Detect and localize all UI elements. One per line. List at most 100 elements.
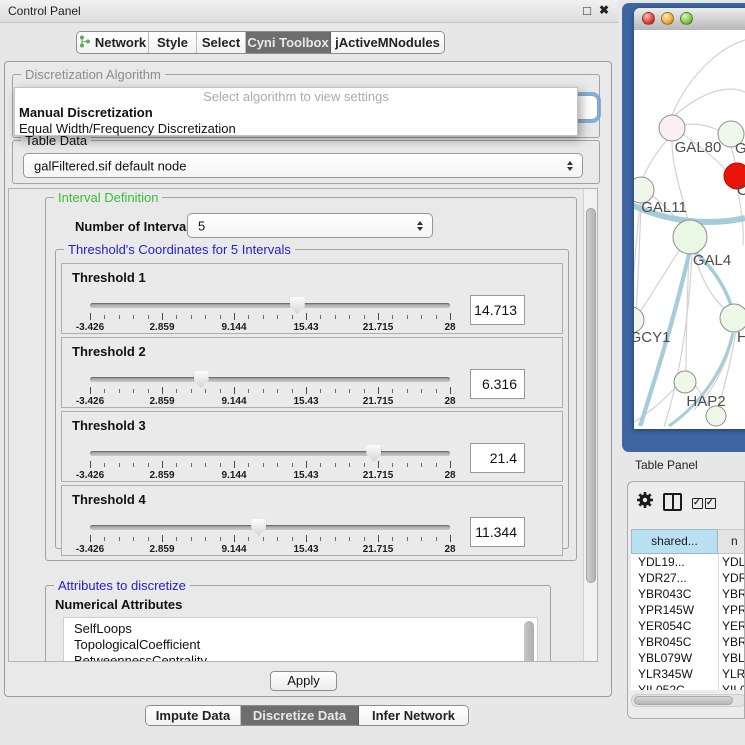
minor-tick — [407, 315, 408, 319]
minor-tick — [349, 463, 350, 467]
network-node[interactable] — [720, 304, 745, 332]
popup-option-manual-discretization[interactable]: Manual Discretization — [15, 105, 577, 121]
horizontal-scrollbar-thumb[interactable] — [634, 696, 733, 705]
major-tick — [90, 535, 91, 542]
table-row[interactable]: YBR043CYBR0 — [631, 586, 745, 602]
slider-track[interactable] — [90, 525, 450, 530]
tick-label: 15.43 — [293, 470, 318, 481]
mac-close-icon[interactable] — [642, 12, 655, 25]
tab-discretize-data[interactable]: Discretize Data — [241, 706, 359, 725]
tab-select[interactable]: Select — [197, 32, 246, 53]
minor-tick — [133, 315, 134, 319]
column-header-name[interactable]: n — [718, 529, 745, 554]
minor-tick — [349, 315, 350, 319]
slider-track[interactable] — [90, 303, 450, 308]
threshold-2-value-field[interactable]: 6.316 — [470, 369, 525, 399]
minor-tick — [220, 389, 221, 393]
cell: YPR145W — [638, 602, 694, 618]
table-row[interactable]: YER054CYER0 — [631, 618, 745, 634]
tab-style[interactable]: Style — [149, 32, 197, 53]
tick-label: 9.144 — [221, 322, 246, 333]
tab-network[interactable]: Network — [77, 32, 149, 53]
slider-thumb[interactable] — [194, 371, 209, 388]
list-scrollbar-thumb[interactable] — [524, 621, 534, 662]
number-of-intervals-combobox[interactable]: 5 — [187, 213, 433, 238]
cell: YDR27... — [638, 570, 687, 586]
tick-label: -3.426 — [76, 470, 104, 481]
list-scrollbar[interactable] — [524, 621, 534, 662]
threshold-3-value-field[interactable]: 21.4 — [470, 443, 525, 473]
table-data-combobox[interactable]: galFiltered.sif default node — [23, 153, 583, 178]
tick-label: 15.43 — [293, 544, 318, 555]
checkbox-column-icon[interactable] — [705, 498, 716, 509]
minor-tick — [205, 463, 206, 467]
table-row[interactable]: YBR045CYBR0 — [631, 634, 745, 650]
minor-tick — [335, 463, 336, 467]
table-row[interactable]: YLR345WYLR3 — [631, 666, 745, 682]
checkbox-column-icon[interactable] — [692, 498, 703, 509]
vertical-scrollbar-thumb[interactable] — [586, 208, 596, 583]
threshold-2-slider[interactable]: -3.4262.8599.14415.4321.71528 — [90, 372, 450, 406]
combo-stepper-icon[interactable] — [417, 221, 423, 231]
network-node[interactable] — [673, 220, 707, 254]
major-tick — [378, 387, 379, 394]
cell: YIL0 — [722, 682, 745, 690]
threshold-3-slider[interactable]: -3.4262.8599.14415.4321.71528 — [90, 446, 450, 480]
apply-button[interactable]: Apply — [270, 671, 337, 691]
threshold-4-slider[interactable]: -3.4262.8599.14415.4321.71528 — [90, 520, 450, 554]
threshold-1-slider[interactable]: -3.4262.8599.14415.4321.71528 — [90, 298, 450, 332]
network-canvas[interactable]: GAL80 GAL11 GAL4 GCY1 HAP2 H G C — [634, 30, 745, 428]
table-row[interactable]: YBL079WYBL0 — [631, 650, 745, 666]
tab-infer-network[interactable]: Infer Network — [359, 706, 468, 725]
slider-tick-labels: -3.4262.8599.14415.4321.71528 — [90, 322, 450, 334]
minor-tick — [176, 315, 177, 319]
table-row[interactable]: YPR145WYPR1 — [631, 602, 745, 618]
column-header-shared-name[interactable]: shared... — [631, 529, 718, 554]
network-node[interactable] — [674, 371, 696, 393]
float-window-icon[interactable]: □ — [583, 3, 591, 18]
table-row[interactable]: YDR27...YDR2 — [631, 570, 745, 586]
major-tick — [306, 461, 307, 468]
major-tick — [234, 461, 235, 468]
close-icon[interactable]: ✖ — [599, 3, 609, 17]
numerical-attributes-label: Numerical Attributes — [55, 597, 182, 612]
major-tick — [306, 535, 307, 542]
table-row[interactable]: YIL052CYIL0 — [631, 682, 745, 690]
threshold-4-value-field[interactable]: 11.344 — [470, 517, 525, 547]
list-item[interactable]: SelfLoops — [64, 618, 537, 637]
minor-tick — [292, 315, 293, 319]
slider-track[interactable] — [90, 377, 450, 382]
minor-tick — [148, 463, 149, 467]
slider-track[interactable] — [90, 451, 450, 456]
threshold-1-value-field[interactable]: 14.713 — [470, 295, 525, 325]
major-tick — [162, 387, 163, 394]
minor-tick — [176, 463, 177, 467]
gear-icon[interactable] — [636, 491, 654, 514]
cell: YBR0 — [722, 634, 745, 650]
mac-minimize-icon[interactable] — [661, 12, 674, 25]
slider-tick-labels: -3.4262.8599.14415.4321.71528 — [90, 544, 450, 556]
list-item[interactable]: TopologicalCoefficient — [64, 637, 537, 653]
tab-impute-data[interactable]: Impute Data — [146, 706, 241, 725]
popup-option-equal-width-frequency[interactable]: Equal Width/Frequency Discretization — [15, 121, 577, 137]
minor-tick — [220, 315, 221, 319]
attributes-group-title: Attributes to discretize — [54, 578, 190, 593]
number-of-intervals-value: 5 — [198, 218, 205, 233]
minor-tick — [436, 315, 437, 319]
mac-zoom-icon[interactable] — [680, 12, 693, 25]
list-item[interactable]: BetweennessCentrality — [64, 653, 537, 662]
slider-thumb[interactable] — [366, 445, 381, 462]
tab-jactivemnodules[interactable]: jActiveMNodules — [331, 32, 444, 53]
table-row[interactable]: YDL19...YDL1 — [631, 554, 745, 570]
minor-tick — [220, 463, 221, 467]
major-tick — [90, 461, 91, 468]
node-label: H — [737, 329, 745, 346]
combo-stepper-icon[interactable] — [567, 161, 573, 171]
tab-cyni-toolbox[interactable]: Cyni Toolbox — [246, 32, 331, 53]
vertical-scrollbar[interactable] — [583, 189, 597, 661]
slider-thumb[interactable] — [290, 297, 305, 314]
network-node[interactable] — [659, 115, 685, 141]
network-view-panel[interactable]: GAL80 GAL11 GAL4 GCY1 HAP2 H G C — [622, 3, 745, 452]
slider-thumb[interactable] — [251, 519, 266, 536]
split-table-icon[interactable] — [663, 493, 682, 511]
